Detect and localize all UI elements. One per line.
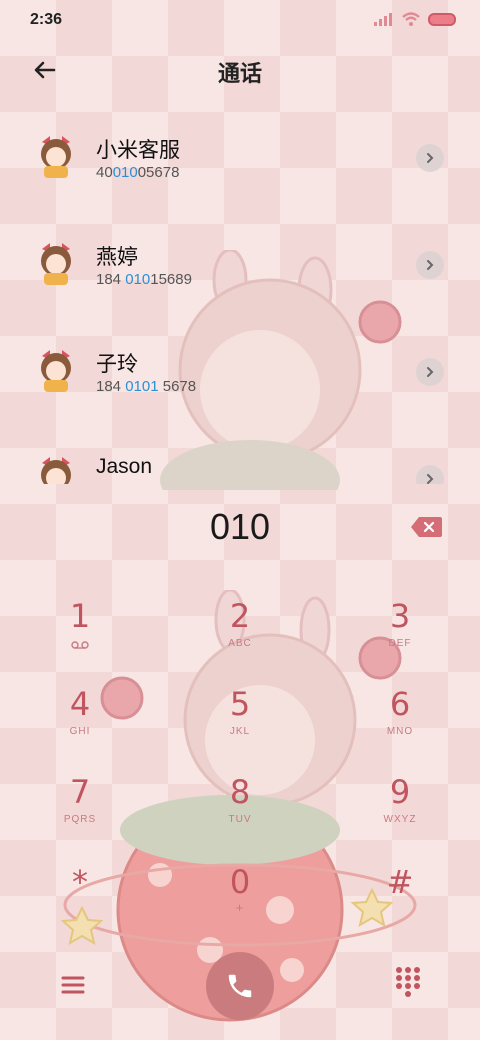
contact-number: 184 01015689 bbox=[96, 271, 192, 288]
keypad-key-4[interactable]: 4 GHI bbox=[30, 684, 130, 764]
phone-icon bbox=[228, 974, 252, 998]
chevron-right-icon bbox=[427, 153, 434, 163]
chevron-right-icon bbox=[427, 474, 434, 484]
keypad-key-hash[interactable]: # bbox=[350, 862, 450, 942]
status-time: 2:36 bbox=[30, 11, 63, 28]
call-button[interactable] bbox=[206, 952, 274, 1020]
dialpad-toggle-button[interactable] bbox=[394, 966, 422, 998]
contact-item[interactable]: 子玲 184 0101 5678 bbox=[0, 318, 480, 425]
keypad-key-9[interactable]: 9 WXYZ bbox=[350, 772, 450, 852]
contact-name: 燕婷 bbox=[96, 246, 138, 269]
contact-item[interactable]: 小米客服 4001005678 bbox=[0, 104, 480, 211]
contact-number: 184 0101 5678 bbox=[96, 378, 197, 395]
keypad-key-2[interactable]: 2 ABC bbox=[190, 596, 290, 676]
keypad-key-0[interactable]: 0 + bbox=[190, 862, 290, 942]
contact-detail-button[interactable] bbox=[416, 251, 444, 279]
menu-button[interactable] bbox=[58, 970, 88, 1000]
contact-name: Jason bbox=[96, 455, 153, 478]
contact-detail-button[interactable] bbox=[416, 358, 444, 386]
backspace-button[interactable] bbox=[410, 516, 442, 538]
voicemail-icon bbox=[71, 641, 89, 649]
contact-list: 小米客服 4001005678 燕婷 184 01015689 子玲 184 0… bbox=[0, 104, 480, 484]
signal-icon bbox=[374, 13, 392, 26]
contact-name: 子玲 bbox=[96, 353, 138, 376]
contact-name: 小米客服 bbox=[96, 139, 180, 162]
keypad-key-5[interactable]: 5 JKL bbox=[190, 684, 290, 764]
avatar bbox=[41, 350, 71, 392]
contact-detail-button[interactable] bbox=[416, 144, 444, 172]
contact-item[interactable]: Jason bbox=[0, 425, 480, 484]
chevron-right-icon bbox=[427, 260, 434, 270]
dial-number-display: 010 bbox=[209, 506, 271, 547]
keypad-key-star[interactable]: * bbox=[30, 862, 130, 942]
contact-number: 4001005678 bbox=[96, 164, 180, 181]
keypad-key-7[interactable]: 7 PQRS bbox=[30, 772, 130, 852]
keypad-key-3[interactable]: 3 DEF bbox=[350, 596, 450, 676]
battery-icon bbox=[428, 12, 456, 26]
avatar bbox=[41, 136, 71, 178]
contact-item[interactable]: 燕婷 184 01015689 bbox=[0, 211, 480, 318]
keypad-key-6[interactable]: 6 MNO bbox=[350, 684, 450, 764]
status-icons bbox=[374, 12, 456, 26]
keypad-key-8[interactable]: 8 TUV bbox=[190, 772, 290, 852]
contact-detail-button[interactable] bbox=[416, 465, 444, 484]
avatar bbox=[41, 457, 71, 484]
avatar bbox=[41, 243, 71, 285]
page-title: 通话 bbox=[217, 61, 262, 86]
chevron-right-icon bbox=[427, 367, 434, 377]
wifi-icon bbox=[402, 12, 420, 26]
keypad-key-1[interactable]: 1 bbox=[30, 596, 130, 676]
